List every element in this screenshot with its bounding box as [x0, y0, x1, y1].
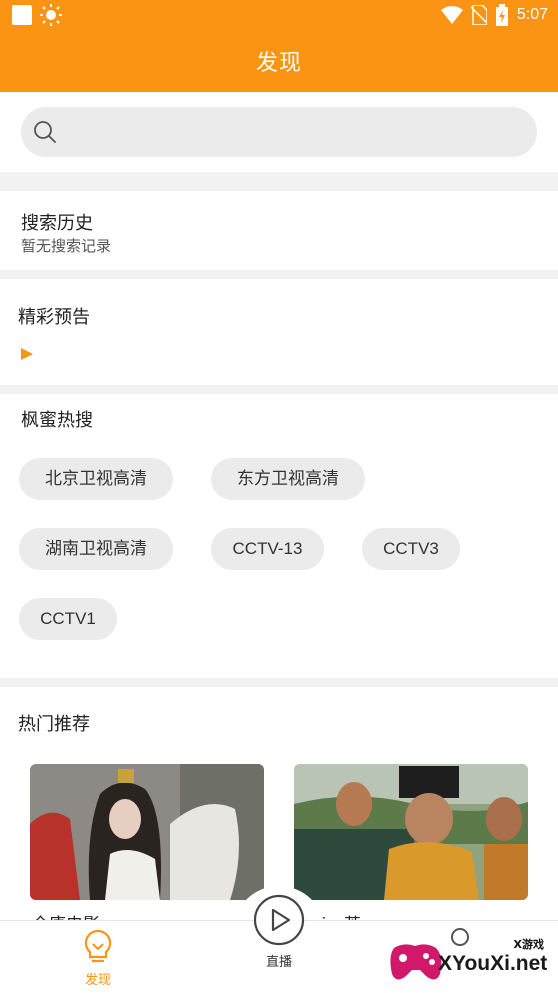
recommend-caption-1: 全唐电影	[32, 910, 100, 920]
gamepad-logo-icon	[390, 944, 442, 980]
hot-search-section: 枫蜜热搜 北京卫视高清 东方卫视高清 湖南卫视高清 CCTV-13 CCTV3 …	[0, 394, 558, 678]
play-triangle-icon[interactable]	[21, 348, 33, 360]
battery-icon	[495, 4, 508, 26]
movie-still-image	[30, 764, 264, 900]
hot-search-title: 枫蜜热搜	[21, 410, 93, 431]
recommend-poster-1[interactable]	[30, 764, 264, 900]
tab-label: 发现	[84, 973, 111, 988]
bulb-icon	[84, 929, 112, 963]
hot-search-tag[interactable]: 东方卫视高清	[211, 458, 365, 500]
site-watermark: X游戏 XYouXi.net	[386, 932, 558, 990]
recommend-title: 热门推荐	[18, 714, 90, 735]
status-bar: 5:07	[0, 0, 558, 30]
hot-search-tag[interactable]: CCTV3	[362, 528, 460, 570]
search-input[interactable]	[21, 107, 537, 157]
clock: 5:07	[516, 6, 548, 23]
tab-discover[interactable]: 发现	[70, 921, 126, 993]
watermark-text: XYouXi.net	[438, 952, 548, 975]
search-history-empty: 暂无搜索记录	[21, 237, 112, 255]
preview-section: 精彩预告	[0, 279, 558, 385]
app-bar: 发现	[0, 30, 558, 92]
no-sim-icon	[470, 5, 487, 25]
recommend-poster-2[interactable]	[294, 764, 528, 900]
tab-label: 直播	[265, 955, 292, 970]
brightness-icon	[40, 4, 62, 26]
hot-search-tag[interactable]: 北京卫视高清	[19, 458, 173, 500]
hot-search-tag[interactable]: CCTV1	[19, 598, 117, 640]
tab-live[interactable]: 直播	[250, 894, 308, 993]
search-section	[0, 92, 558, 172]
search-history-section: 搜索历史 暂无搜索记录	[0, 191, 558, 270]
hot-search-tag[interactable]: CCTV-13	[211, 528, 324, 570]
wifi-icon	[440, 6, 463, 24]
page-title: 发现	[255, 51, 302, 76]
search-icon	[34, 121, 56, 143]
watermark-badge: X游戏	[513, 938, 544, 951]
hot-search-tag[interactable]: 湖南卫视高清	[19, 528, 173, 570]
notification-icon	[12, 5, 32, 25]
movie-still-image	[294, 764, 528, 900]
search-history-title: 搜索历史	[21, 213, 93, 234]
play-circle-icon	[253, 894, 305, 946]
preview-title: 精彩预告	[18, 307, 90, 328]
